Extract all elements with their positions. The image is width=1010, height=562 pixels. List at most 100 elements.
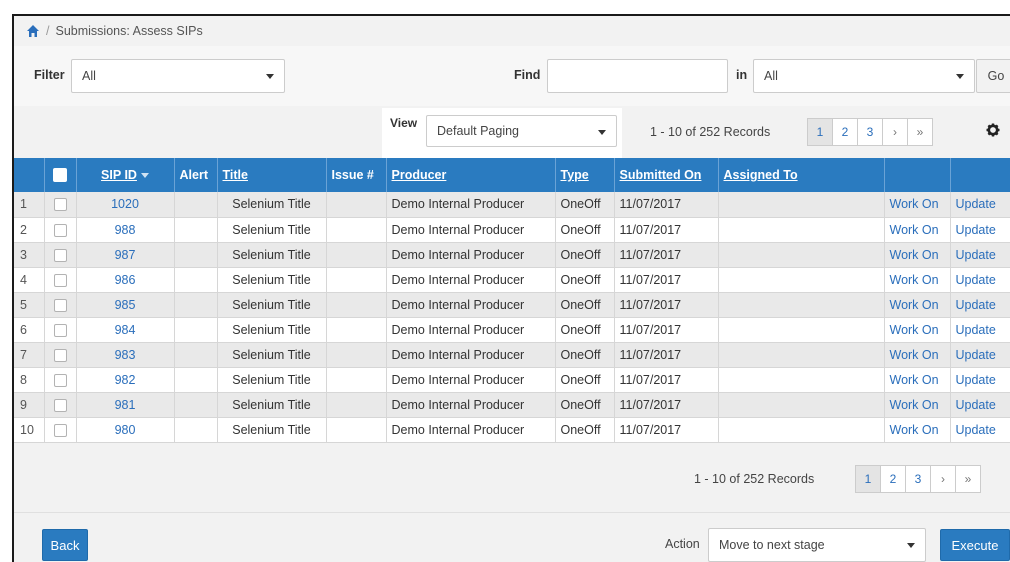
header-submitted-on[interactable]: Submitted On <box>614 158 719 192</box>
home-icon[interactable] <box>26 24 40 38</box>
alert-cell <box>174 392 218 418</box>
find-label: Find <box>514 68 541 82</box>
row-select-cell[interactable] <box>44 217 77 243</box>
last-page-button[interactable]: » <box>955 465 981 493</box>
row-number: 5 <box>14 292 45 318</box>
sip-id-link[interactable]: 980 <box>76 417 175 443</box>
row-select-cell[interactable] <box>44 367 77 393</box>
page-button[interactable]: 1 <box>807 118 833 146</box>
row-checkbox[interactable] <box>53 298 67 312</box>
page-button[interactable]: 1 <box>855 465 881 493</box>
update-link[interactable]: Update <box>950 242 1010 268</box>
row-checkbox[interactable] <box>53 273 67 287</box>
work-on-link[interactable]: Work On <box>884 192 951 218</box>
header-sip-id[interactable]: SIP ID <box>76 158 175 192</box>
update-link[interactable]: Update <box>950 342 1010 368</box>
header-producer-label: Producer <box>391 168 447 182</box>
row-select-cell[interactable] <box>44 392 77 418</box>
row-select-cell[interactable] <box>44 242 77 268</box>
header-assigned-to[interactable]: Assigned To <box>718 158 885 192</box>
find-in-select[interactable]: All <box>753 59 975 93</box>
row-select-cell[interactable] <box>44 417 77 443</box>
row-checkbox[interactable] <box>53 398 67 412</box>
update-link[interactable]: Update <box>950 417 1010 443</box>
update-link[interactable]: Update <box>950 217 1010 243</box>
find-input[interactable] <box>547 59 728 93</box>
type-cell: OneOff <box>555 342 615 368</box>
select-all-checkbox[interactable] <box>53 168 67 183</box>
row-checkbox[interactable] <box>53 423 67 437</box>
page-button[interactable]: 3 <box>905 465 931 493</box>
sip-id-link[interactable]: 984 <box>76 317 175 343</box>
work-on-link[interactable]: Work On <box>884 392 951 418</box>
submitted-on-cell: 11/07/2017 <box>614 292 719 318</box>
header-select-all[interactable] <box>44 158 77 192</box>
back-button[interactable]: Back <box>42 529 88 561</box>
row-select-cell[interactable] <box>44 192 77 218</box>
next-page-button[interactable]: › <box>882 118 908 146</box>
title-cell: Selenium Title <box>217 417 327 443</box>
header-title[interactable]: Title <box>217 158 327 192</box>
filter-select[interactable]: All <box>71 59 285 93</box>
row-select-cell[interactable] <box>44 267 77 293</box>
header-action-2 <box>950 158 1010 192</box>
header-producer[interactable]: Producer <box>386 158 556 192</box>
update-link[interactable]: Update <box>950 392 1010 418</box>
view-select[interactable]: Default Paging <box>426 115 617 147</box>
row-checkbox[interactable] <box>53 248 67 262</box>
page-button[interactable]: 2 <box>832 118 858 146</box>
sip-id-link[interactable]: 987 <box>76 242 175 268</box>
issue-cell <box>326 267 387 293</box>
row-select-cell[interactable] <box>44 317 77 343</box>
row-checkbox[interactable] <box>53 223 67 237</box>
row-checkbox[interactable] <box>53 373 67 387</box>
sip-id-link[interactable]: 988 <box>76 217 175 243</box>
page-button[interactable]: 3 <box>857 118 883 146</box>
execute-button[interactable]: Execute <box>940 529 1010 561</box>
update-link[interactable]: Update <box>950 192 1010 218</box>
assigned-to-cell <box>718 417 885 443</box>
work-on-link[interactable]: Work On <box>884 317 951 343</box>
update-link[interactable]: Update <box>950 267 1010 293</box>
action-select[interactable]: Move to next stage <box>708 528 926 562</box>
title-cell: Selenium Title <box>217 342 327 368</box>
go-button[interactable]: Go <box>976 59 1010 93</box>
sip-id-link[interactable]: 982 <box>76 367 175 393</box>
work-on-link[interactable]: Work On <box>884 342 951 368</box>
breadcrumb-separator: / <box>46 24 50 38</box>
work-on-link[interactable]: Work On <box>884 217 951 243</box>
row-select-cell[interactable] <box>44 342 77 368</box>
gear-icon[interactable] <box>986 123 1000 142</box>
type-cell: OneOff <box>555 267 615 293</box>
row-checkbox[interactable] <box>53 198 67 212</box>
table-row: 1 1020 Selenium Title Demo Internal Prod… <box>14 192 1010 218</box>
sip-id-link[interactable]: 1020 <box>76 192 175 218</box>
view-select-value: Default Paging <box>437 124 520 138</box>
row-number: 9 <box>14 392 45 418</box>
row-select-cell[interactable] <box>44 292 77 318</box>
sip-id-link[interactable]: 985 <box>76 292 175 318</box>
row-checkbox[interactable] <box>53 348 67 362</box>
work-on-link[interactable]: Work On <box>884 367 951 393</box>
issue-cell <box>326 292 387 318</box>
issue-cell <box>326 367 387 393</box>
work-on-link[interactable]: Work On <box>884 292 951 318</box>
assigned-to-cell <box>718 292 885 318</box>
work-on-link[interactable]: Work On <box>884 267 951 293</box>
update-link[interactable]: Update <box>950 317 1010 343</box>
next-page-button[interactable]: › <box>930 465 956 493</box>
update-link[interactable]: Update <box>950 292 1010 318</box>
sip-id-link[interactable]: 981 <box>76 392 175 418</box>
page-button[interactable]: 2 <box>880 465 906 493</box>
work-on-link[interactable]: Work On <box>884 417 951 443</box>
last-page-button[interactable]: » <box>907 118 933 146</box>
row-checkbox[interactable] <box>53 323 67 337</box>
row-number: 4 <box>14 267 45 293</box>
producer-cell: Demo Internal Producer <box>386 292 556 318</box>
header-type[interactable]: Type <box>555 158 615 192</box>
sip-id-link[interactable]: 986 <box>76 267 175 293</box>
sip-id-link[interactable]: 983 <box>76 342 175 368</box>
update-link[interactable]: Update <box>950 367 1010 393</box>
work-on-link[interactable]: Work On <box>884 242 951 268</box>
type-cell: OneOff <box>555 292 615 318</box>
